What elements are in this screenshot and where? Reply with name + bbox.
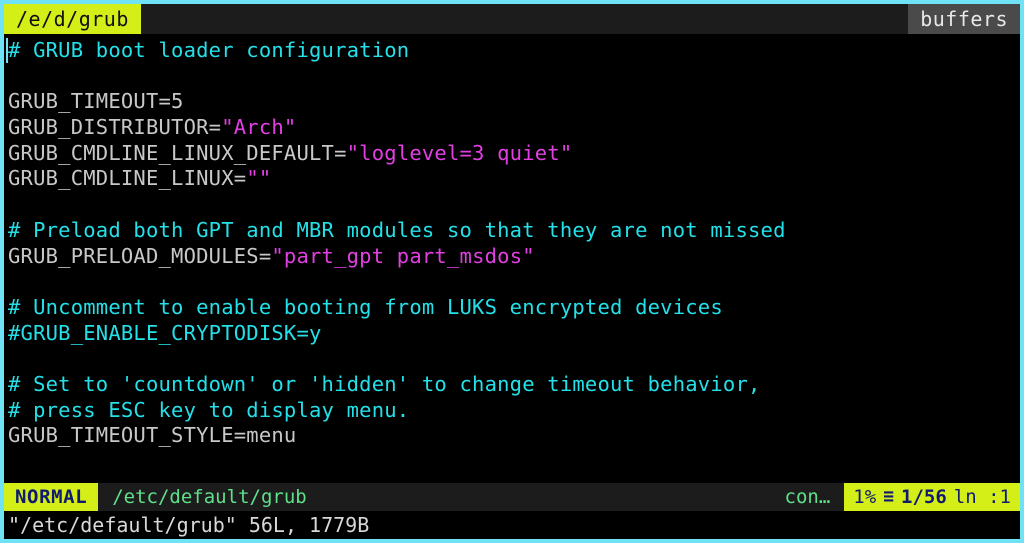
- status-spacer: [317, 483, 777, 511]
- code-segment: # Preload both GPT and MBR modules so th…: [8, 217, 786, 242]
- code-segment: GRUB_CMDLINE_LINUX_DEFAULT=: [8, 140, 347, 165]
- code-line: GRUB_CMDLINE_LINUX="": [4, 166, 1020, 192]
- code-line: # Preload both GPT and MBR modules so th…: [4, 218, 1020, 244]
- code-line: GRUB_TIMEOUT=5: [4, 89, 1020, 115]
- code-segment: "Arch": [221, 115, 297, 140]
- code-segment: "part_gpt part_msdos": [271, 243, 535, 268]
- code-segment: # Uncomment to enable booting from LUKS …: [8, 294, 723, 319]
- editor-text-area[interactable]: # GRUB boot loader configuration GRUB_TI…: [4, 34, 1020, 483]
- code-segment: # press ESC key to display menu.: [8, 397, 410, 422]
- buffers-label[interactable]: buffers: [908, 4, 1020, 34]
- code-lines: # GRUB boot loader configuration GRUB_TI…: [4, 38, 1020, 449]
- lines-icon: ≡: [883, 486, 895, 507]
- status-file-path: /etc/default/grub: [112, 486, 307, 508]
- code-line: GRUB_DISTRIBUTOR="Arch": [4, 115, 1020, 141]
- code-segment: "": [246, 166, 272, 191]
- status-position-group: 1% ≡ 1/56 ln :1: [844, 483, 1020, 511]
- code-segment: GRUB_PRELOAD_MODULES=: [8, 243, 272, 268]
- code-line: GRUB_CMDLINE_LINUX_DEFAULT="loglevel=3 q…: [4, 141, 1020, 167]
- code-segment: GRUB_TIMEOUT=5: [8, 89, 184, 114]
- code-segment: GRUB_CMDLINE_LINUX=: [8, 166, 247, 191]
- statusline: NORMAL /etc/default/grub con… 1% ≡ 1/56 …: [4, 483, 1020, 511]
- code-segment: "loglevel=3 quiet": [346, 140, 573, 165]
- message-line: "/etc/default/grub" 56L, 1779B: [4, 511, 1020, 539]
- code-segment: GRUB_DISTRIBUTOR=: [8, 115, 222, 140]
- code-segment: # Set to 'countdown' or 'hidden' to chan…: [8, 371, 761, 396]
- code-line: # press ESC key to display menu.: [4, 398, 1020, 424]
- status-filetype: con…: [784, 486, 831, 508]
- code-line: # Set to 'countdown' or 'hidden' to chan…: [4, 372, 1020, 398]
- code-segment: #GRUB_ENABLE_CRYPTODISK=y: [8, 320, 322, 345]
- code-line: GRUB_PRELOAD_MODULES="part_gpt part_msdo…: [4, 244, 1020, 270]
- tabline: /e/d/grub buffers: [4, 4, 1020, 34]
- code-line: # Uncomment to enable booting from LUKS …: [4, 295, 1020, 321]
- code-line: # GRUB boot loader configuration: [4, 38, 1020, 64]
- code-line: GRUB_TIMEOUT_STYLE=menu: [4, 423, 1020, 449]
- tabline-right-group: buffers: [908, 4, 1020, 34]
- tab-grub[interactable]: /e/d/grub: [4, 4, 141, 34]
- text-cursor: [6, 38, 8, 63]
- code-segment: # GRUB boot loader configuration: [8, 38, 410, 62]
- status-scroll-percent: 1%: [853, 486, 877, 508]
- code-segment: GRUB_TIMEOUT_STYLE=menu: [8, 423, 297, 448]
- terminal-window: /e/d/grub buffers # GRUB boot loader con…: [0, 0, 1024, 543]
- status-line-position: 1/56: [901, 486, 947, 508]
- status-column-position: ln :1: [953, 486, 1011, 508]
- code-line: #GRUB_ENABLE_CRYPTODISK=y: [4, 321, 1020, 347]
- mode-indicator: NORMAL: [4, 483, 99, 511]
